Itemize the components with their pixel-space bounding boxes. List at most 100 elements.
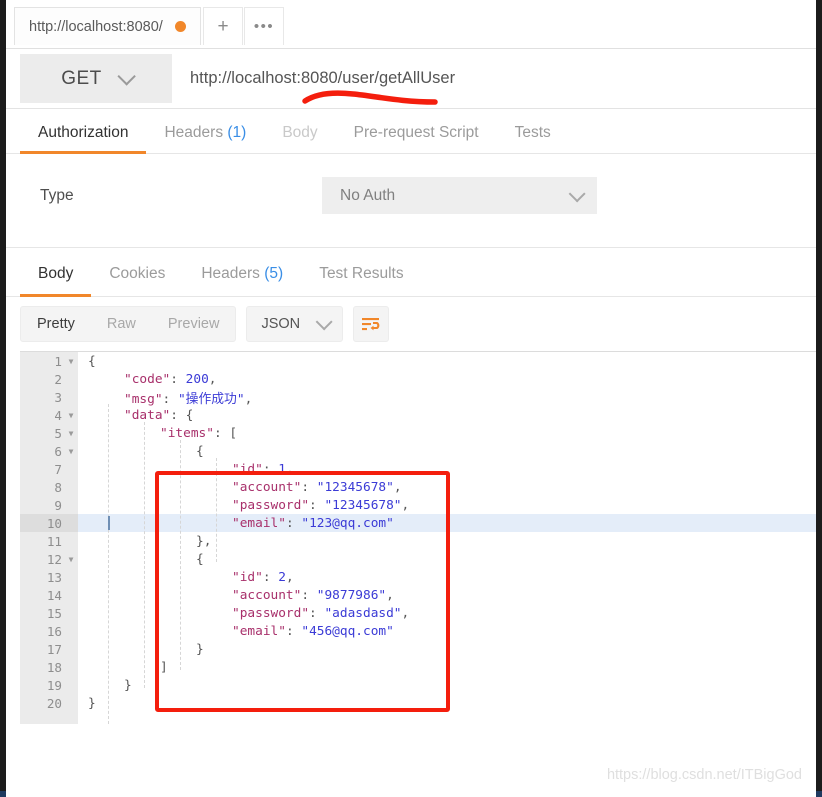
request-tab-authorization[interactable]: Authorization: [20, 124, 147, 154]
line-number: 16: [46, 623, 62, 639]
line-number: 2: [54, 371, 62, 387]
token-punc: ,: [401, 497, 410, 513]
authorization-panel: Type No Auth: [6, 154, 816, 248]
tab-label: Cookies: [109, 265, 166, 282]
response-tab-test-results[interactable]: Test Results: [301, 265, 421, 296]
code-line: 11},: [20, 532, 816, 550]
fold-arrow-icon[interactable]: ▼: [64, 357, 78, 366]
fold-arrow-icon[interactable]: ▼: [64, 429, 78, 438]
token-punc: ,: [401, 605, 410, 621]
code-line: 5 ▼ "items": [: [20, 424, 816, 442]
request-tab-tests[interactable]: Tests: [497, 124, 569, 153]
token-str: "456@qq.com": [301, 623, 394, 639]
token-key: "email": [232, 515, 286, 531]
chevron-down-icon: [315, 313, 333, 331]
code-line: 4 ▼ "data": {: [20, 406, 816, 424]
code-text: "email": "456@qq.com": [78, 624, 394, 639]
code-text: "password": "12345678",: [78, 498, 409, 513]
code-line: 8 "account": "12345678",: [20, 478, 816, 496]
token-punc: :: [301, 587, 317, 603]
auth-type-select[interactable]: No Auth: [322, 177, 597, 214]
fold-arrow-icon[interactable]: ▼: [64, 447, 78, 456]
token-punc: ,: [285, 461, 294, 477]
view-mode-raw[interactable]: Raw: [91, 308, 152, 340]
text-cursor: [108, 516, 110, 530]
line-number: 7: [54, 461, 62, 477]
request-tab-pre-request-script[interactable]: Pre-request Script: [336, 124, 497, 153]
token-str: "12345678": [324, 497, 402, 513]
http-method-selector[interactable]: GET: [20, 54, 172, 103]
token-punc: :: [285, 515, 302, 531]
token-punc: :: [285, 623, 302, 639]
token-str: "12345678": [316, 479, 394, 495]
response-tab-headers[interactable]: Headers (5): [183, 265, 301, 296]
view-mode-pretty[interactable]: Pretty: [21, 308, 91, 340]
token-key: "data": [124, 407, 171, 423]
code-text: "id": 2,: [78, 570, 294, 585]
tab-label: Tests: [514, 124, 551, 141]
line-number: 14: [46, 587, 62, 603]
code-text: },: [78, 534, 211, 549]
code-text: "items": [: [78, 426, 237, 441]
line-number: 1: [54, 353, 62, 369]
chevron-down-icon: [568, 184, 586, 202]
token-key: "id": [232, 461, 263, 477]
fold-arrow-icon[interactable]: ▼: [64, 411, 78, 420]
token-punc: :: [309, 497, 325, 513]
line-number: 13: [46, 569, 62, 585]
line-number: 17: [46, 641, 62, 657]
token-key: "password": [232, 605, 310, 621]
code-text: "account": "12345678",: [78, 480, 402, 495]
request-tab-body[interactable]: Body: [264, 124, 335, 153]
token-brace: {: [185, 407, 194, 423]
code-text: "account": "9877986",: [78, 588, 394, 603]
token-key: "items": [160, 425, 214, 441]
code-text: {: [78, 444, 204, 459]
response-body-editor[interactable]: 1 ▼{2 "code": 200, 3 "msg": "操作成功", 4 ▼ "data":…: [20, 351, 816, 724]
code-text: }: [78, 678, 132, 693]
token-brace: }: [124, 677, 132, 693]
token-str: "adasdasd": [324, 605, 402, 621]
response-toolbar: Pretty Raw Preview JSON: [6, 297, 816, 351]
url-input[interactable]: http://localhost:8080/user/getAllUser: [172, 49, 816, 108]
code-line: 1 ▼ {: [20, 352, 816, 370]
token-brace: }: [196, 641, 204, 657]
code-text: {: [78, 552, 204, 567]
tab-count-badge: (1): [223, 124, 247, 141]
token-brace: {: [196, 443, 204, 459]
token-punc: :: [301, 479, 317, 495]
window-edge-right: [816, 0, 822, 797]
response-format-select[interactable]: JSON: [246, 306, 344, 342]
response-tab-cookies[interactable]: Cookies: [91, 265, 183, 296]
request-tab-headers[interactable]: Headers (1): [146, 124, 264, 153]
code-line: 14 "account": "9877986",: [20, 586, 816, 604]
postman-window: http://localhost:8080/ + ••• GET http://…: [0, 0, 822, 797]
token-brace: }: [88, 695, 96, 711]
code-line: 20}: [20, 694, 816, 712]
response-tab-body[interactable]: Body: [20, 265, 92, 297]
token-brace: ]: [160, 659, 168, 675]
fold-arrow-icon[interactable]: ▼: [64, 555, 78, 564]
code-text: }: [78, 642, 204, 657]
tab-label: Body: [38, 265, 74, 282]
token-key: "email": [232, 623, 286, 639]
token-punc: :: [213, 425, 230, 441]
request-tab[interactable]: http://localhost:8080/: [14, 7, 201, 45]
tab-label: Test Results: [319, 265, 404, 282]
token-punc: ,: [208, 371, 217, 387]
code-line: 6 ▼ {: [20, 442, 816, 460]
code-line: 12 ▼ {: [20, 550, 816, 568]
code-text: "email": "123@qq.com": [78, 516, 394, 531]
code-line-bg: [78, 694, 816, 712]
view-mode-preview[interactable]: Preview: [152, 308, 236, 340]
code-line-bg: [78, 352, 816, 370]
more-tabs-button[interactable]: •••: [244, 7, 284, 45]
token-key: "msg": [124, 391, 163, 407]
line-number: 4: [54, 407, 62, 423]
new-tab-button[interactable]: +: [203, 7, 243, 45]
line-number: 11: [46, 533, 62, 549]
request-tab-label: http://localhost:8080/: [29, 18, 163, 35]
token-punc: ,: [386, 587, 394, 603]
word-wrap-button[interactable]: [353, 306, 390, 342]
token-punc: :: [262, 569, 279, 585]
